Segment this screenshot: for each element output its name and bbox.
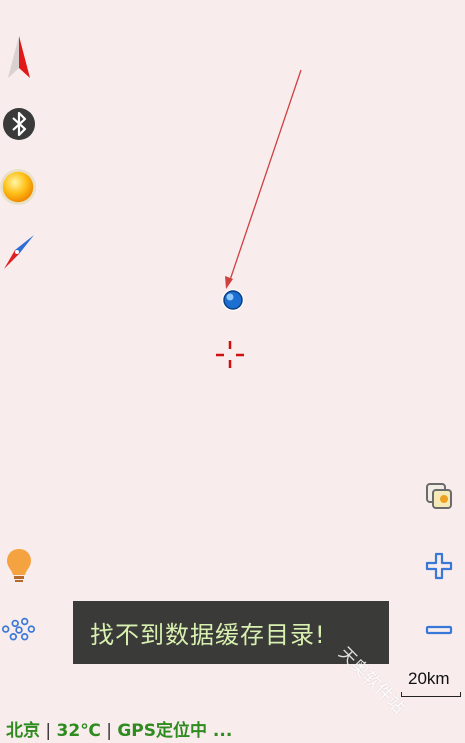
track-points-icon (1, 617, 36, 641)
layers-button[interactable] (420, 477, 458, 515)
status-bar: 北京 | 32℃ | GPS定位中 ... (6, 716, 232, 741)
status-separator: | (40, 721, 57, 741)
sun-icon (0, 168, 37, 206)
north-arrow-icon (8, 36, 30, 78)
scale-line (401, 692, 461, 697)
map-center-crosshair-icon (216, 341, 244, 368)
bluetooth-icon (3, 108, 35, 140)
current-location-marker (222, 289, 244, 311)
direction-line (228, 69, 302, 284)
gps-status: GPS定位中 ... (117, 721, 233, 741)
zoom-in-icon (425, 552, 453, 580)
layers-icon (426, 483, 452, 509)
compass-button[interactable] (0, 230, 38, 274)
lightbulb-icon (7, 549, 31, 582)
zoom-in-button[interactable] (420, 547, 458, 585)
track-points-button[interactable] (0, 609, 38, 653)
bluetooth-button[interactable] (0, 102, 38, 146)
zoom-out-button[interactable] (420, 611, 458, 649)
north-arrow-button[interactable] (0, 35, 38, 79)
temperature: 32℃ (56, 721, 101, 741)
toast-text: 找不到数据缓存目录! (90, 621, 326, 649)
lightbulb-button[interactable] (0, 543, 38, 587)
city-name: 北京 (6, 721, 40, 741)
direction-arrowhead (225, 276, 233, 289)
compass-icon (4, 235, 34, 269)
status-separator: | (100, 721, 118, 741)
scale-label: 20km (408, 669, 450, 688)
sun-brightness-button[interactable] (0, 165, 38, 209)
zoom-out-icon (425, 625, 453, 635)
scale-bar: 20km (401, 664, 461, 698)
